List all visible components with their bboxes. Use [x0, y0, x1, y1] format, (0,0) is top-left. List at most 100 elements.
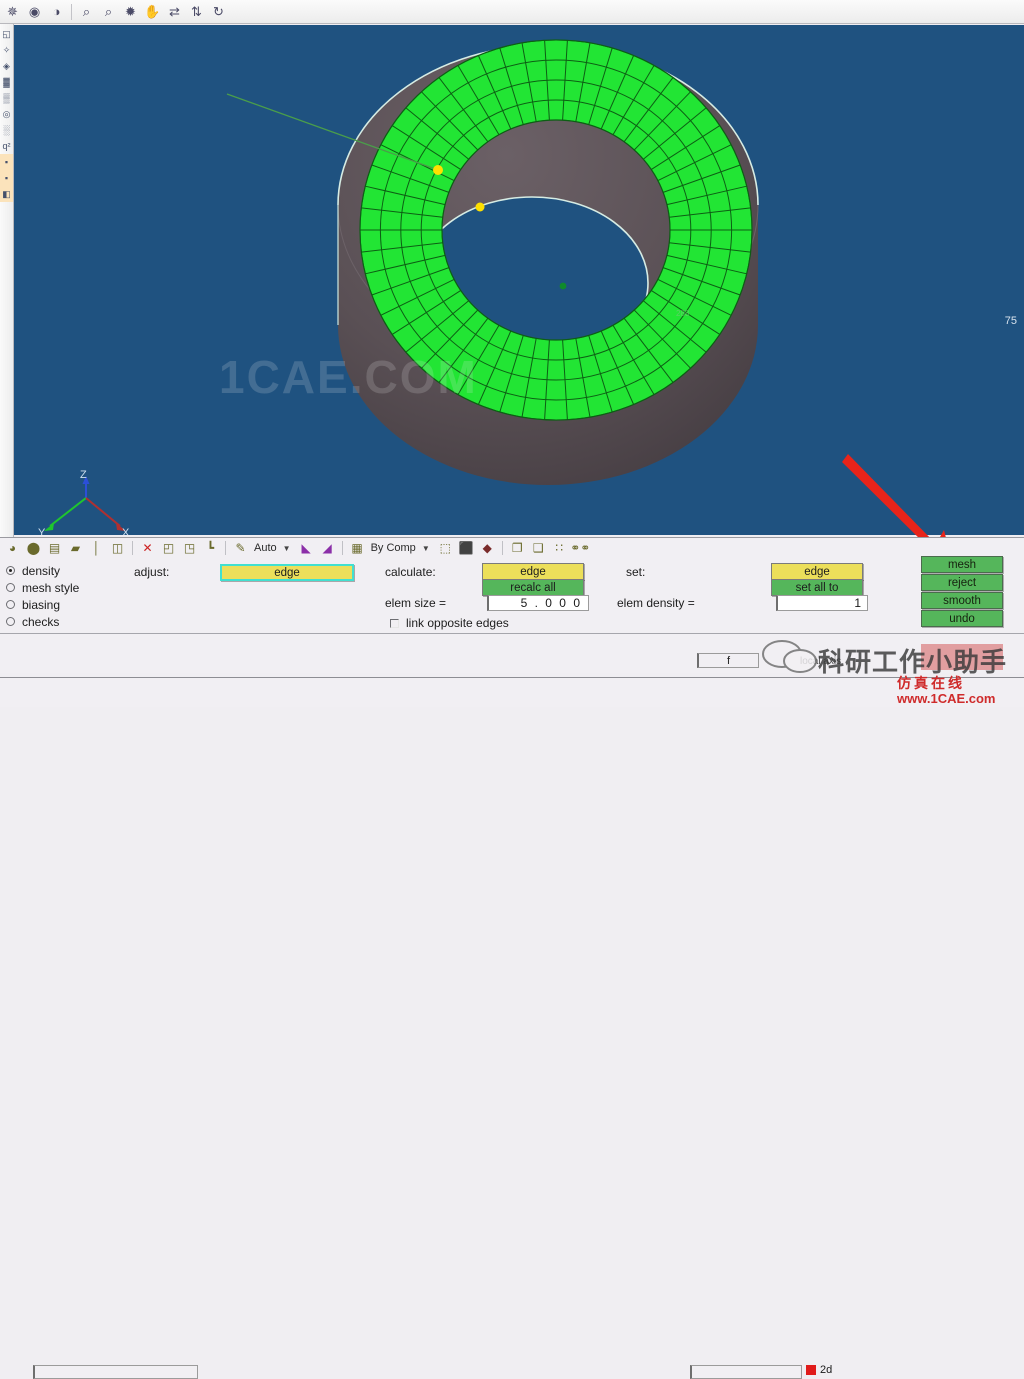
iso-view-icon[interactable]: ❐	[508, 539, 527, 557]
left-toolbar: ◱ ✧ ◈ ▓ ▒ ◎ ░ q² ▪ ▪ ◧	[0, 24, 14, 537]
node-id-label: 288	[676, 309, 690, 318]
status-mode-indicator: 2d	[806, 1364, 832, 1376]
radio-indicator-checks	[6, 617, 15, 626]
f-value-field[interactable]: f	[697, 653, 759, 668]
elem-density-label: elem density =	[617, 596, 695, 610]
axis-triad: Z Y X	[38, 469, 130, 535]
mesh-lines-icon[interactable]: ┗	[201, 539, 220, 557]
model-3d-view[interactable]	[14, 25, 1024, 535]
radio-option-density[interactable]: density	[6, 562, 116, 579]
reject-button[interactable]: reject	[921, 574, 1003, 591]
flip-icon[interactable]: ⇅	[186, 2, 207, 22]
radio-option-checks[interactable]: checks	[6, 613, 116, 630]
smooth-button[interactable]: smooth	[921, 592, 1003, 609]
color-auto-icon[interactable]: ✎	[231, 539, 250, 557]
status-command-input[interactable]	[33, 1365, 198, 1379]
dimension-label: 75	[1004, 315, 1017, 327]
axis-label-x: X	[122, 527, 130, 535]
zoom-in-icon[interactable]: ⌕	[76, 2, 97, 22]
radio-indicator-density	[6, 566, 15, 575]
radio-option-biasing[interactable]: biasing	[6, 596, 116, 613]
recalc-all-button[interactable]: recalc all	[482, 579, 584, 596]
mesh-button[interactable]: mesh	[921, 556, 1003, 573]
set-edge-button[interactable]: edge	[771, 563, 863, 580]
node-create-icon[interactable]: ✧	[0, 42, 13, 58]
set-label: set:	[626, 565, 646, 579]
by-comp-icon[interactable]: ▦	[348, 539, 367, 557]
radio-indicator-mesh-style	[6, 583, 15, 592]
line-edit-icon[interactable]: ◑	[46, 2, 67, 22]
automesh-panel: ◕ ⬤ ▤ ▰ │ ◫ ✕ ◰ ◳ ┗ ✎ Auto ▼ ◣ ◢ ▦ By Co…	[0, 537, 1024, 633]
node-cloud-icon[interactable]: ∷	[550, 539, 569, 557]
local-axis-label: local axis	[800, 656, 842, 667]
node-edit-icon[interactable]: ✵	[2, 2, 23, 22]
calculate-label: calculate:	[385, 565, 436, 579]
graphics-viewport[interactable]: 1CAE.COM 288 75 Z Y X	[14, 25, 1024, 535]
shaded-geom-icon[interactable]: ▰	[66, 539, 85, 557]
mode-color-swatch-icon	[806, 1365, 816, 1375]
paint-roller-icon[interactable]: ◢	[318, 539, 337, 557]
elem-density-input[interactable]: 1	[776, 595, 868, 611]
pan-hand-icon[interactable]: ✋	[142, 2, 163, 22]
radio-option-mesh-style[interactable]: mesh style	[6, 579, 116, 596]
link-opposite-edges-checkbox[interactable]	[390, 618, 399, 628]
geometry-icon[interactable]: ◱	[0, 26, 13, 42]
auto-color-label: Auto	[254, 542, 277, 554]
wireframe-cube-icon[interactable]: ⬚	[436, 539, 455, 557]
geom-color-icon[interactable]: ◕	[3, 539, 22, 557]
adjust-label: adjust:	[134, 565, 170, 579]
shrink-element-icon[interactable]: ◰	[159, 539, 178, 557]
quality-index-icon[interactable]: q²	[0, 138, 13, 154]
rotate-icon[interactable]: ⇄	[164, 2, 185, 22]
loadcollector-icon[interactable]: ▪	[0, 154, 13, 170]
axis-label-z: Z	[80, 469, 87, 481]
calculate-edge-button[interactable]: edge	[482, 563, 584, 580]
adjust-edge-button[interactable]: edge	[220, 564, 354, 581]
set-all-to-button[interactable]: set all to	[771, 579, 863, 596]
chevron-down-icon[interactable]: ▼	[283, 544, 291, 553]
element-icon[interactable]: ◈	[0, 58, 13, 74]
link-opposite-edges-label: link opposite edges	[406, 616, 509, 630]
radio-label-density: density	[22, 563, 61, 578]
lower-strip	[0, 633, 1024, 673]
connectors-icon[interactable]: ░	[0, 122, 13, 138]
link-opposite-edges-checkbox-row[interactable]: link opposite edges	[390, 616, 509, 630]
elem-size-input[interactable]: 5 . 0 0 0	[487, 595, 589, 611]
top-toolbar: ✵ ◉ ◑ ⌕ ⌕ ✹ ✋ ⇄ ⇅ ↻	[0, 0, 1024, 24]
mesh-2d-icon[interactable]: ▓	[0, 74, 13, 90]
feature-angle-icon[interactable]: ◆	[478, 539, 497, 557]
panel-action-buttons: mesh reject smooth undo	[921, 556, 1003, 628]
arc-rotate-icon[interactable]: ↻	[208, 2, 229, 22]
watermark-highlight-box	[921, 644, 1003, 670]
mesh-3d-icon[interactable]: ▒	[0, 90, 13, 106]
by-thickness-icon[interactable]: ▤	[45, 539, 64, 557]
paint-bucket-icon[interactable]: ◣	[297, 539, 316, 557]
shaded-cube-icon[interactable]: ⬛	[457, 539, 476, 557]
post-process-icon[interactable]: ◧	[0, 186, 13, 202]
node-display-icon[interactable]: │	[87, 539, 106, 557]
axis-label-y: Y	[38, 527, 46, 535]
status-secondary-input[interactable]	[690, 1365, 802, 1379]
panel-display-toolbar: ◕ ⬤ ▤ ▰ │ ◫ ✕ ◰ ◳ ┗ ✎ Auto ▼ ◣ ◢ ▦ By Co…	[0, 538, 1024, 558]
undo-button[interactable]: undo	[921, 610, 1003, 627]
clear-display-icon[interactable]: ✕	[138, 539, 157, 557]
visualization-glasses-icon[interactable]: ⚭⚭	[570, 539, 590, 557]
panel-toolbar-divider-4	[501, 541, 503, 555]
element-color-icon[interactable]: ⬤	[24, 539, 43, 557]
mask-icon[interactable]: ◳	[180, 539, 199, 557]
element-handle-icon[interactable]: ◫	[108, 539, 127, 557]
elem-size-label: elem size =	[385, 596, 447, 610]
application-window: ✵ ◉ ◑ ⌕ ⌕ ✹ ✋ ⇄ ⇅ ↻ ◱ ✧ ◈ ▓ ▒ ◎ ░ q² ▪ ▪…	[0, 0, 1024, 1379]
fit-view-icon[interactable]: ✹	[120, 2, 141, 22]
status-mode-label: 2d	[820, 1364, 833, 1376]
solid-map-icon[interactable]: ◎	[0, 106, 13, 122]
boundary-condition-icon[interactable]: ▪	[0, 170, 13, 186]
chevron-down-icon-2[interactable]: ▼	[422, 544, 430, 553]
perspective-cube-icon[interactable]: ❑	[529, 539, 548, 557]
panel-toolbar-divider-2	[225, 541, 226, 555]
zoom-out-icon[interactable]: ⌕	[98, 2, 119, 22]
point-edit-icon[interactable]: ◉	[24, 2, 45, 22]
radio-label-mesh-style: mesh style	[22, 580, 80, 595]
toolbar-divider	[71, 3, 72, 20]
radio-label-checks: checks	[22, 614, 60, 629]
